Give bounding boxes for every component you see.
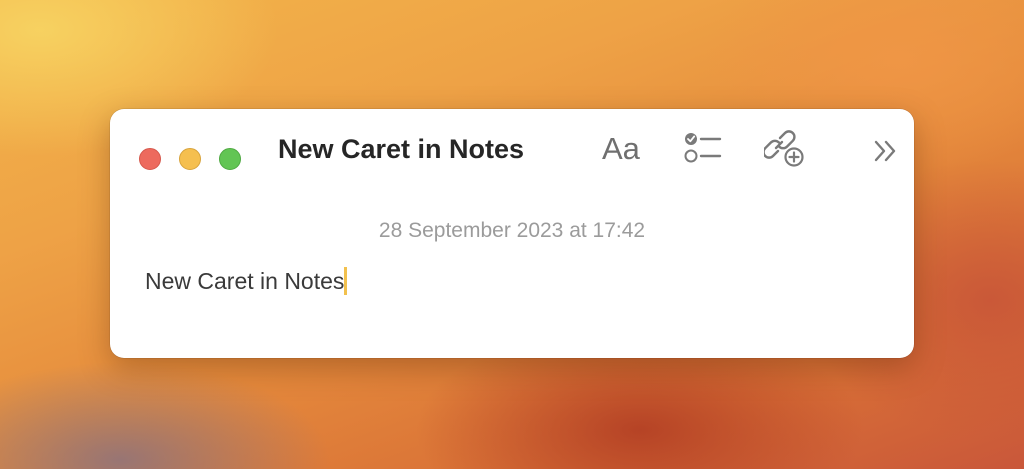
checklist-button[interactable]: [684, 131, 722, 170]
window-title: New Caret in Notes: [278, 134, 525, 164]
text-caret: [344, 267, 348, 295]
minimize-window-button[interactable]: [179, 148, 201, 170]
note-body-text: New Caret in Notes: [145, 268, 345, 294]
close-window-button[interactable]: [139, 148, 161, 170]
note-date: 28 September 2023 at 17:42: [378, 219, 646, 242]
zoom-window-button[interactable]: [219, 148, 241, 170]
text-format-icon: Aa: [602, 131, 640, 166]
format-text-button[interactable]: Aa: [602, 131, 640, 167]
more-toolbar-items-button[interactable]: [872, 139, 900, 168]
note-body-editor[interactable]: New Caret in Notes: [145, 266, 348, 296]
notes-window: New Caret in Notes Aa 28 September 2023 …: [110, 109, 914, 358]
collaborate-button[interactable]: [762, 129, 806, 172]
chevron-double-right-icon: [874, 140, 896, 162]
checklist-icon: [684, 133, 722, 163]
link-add-icon: [762, 130, 804, 167]
